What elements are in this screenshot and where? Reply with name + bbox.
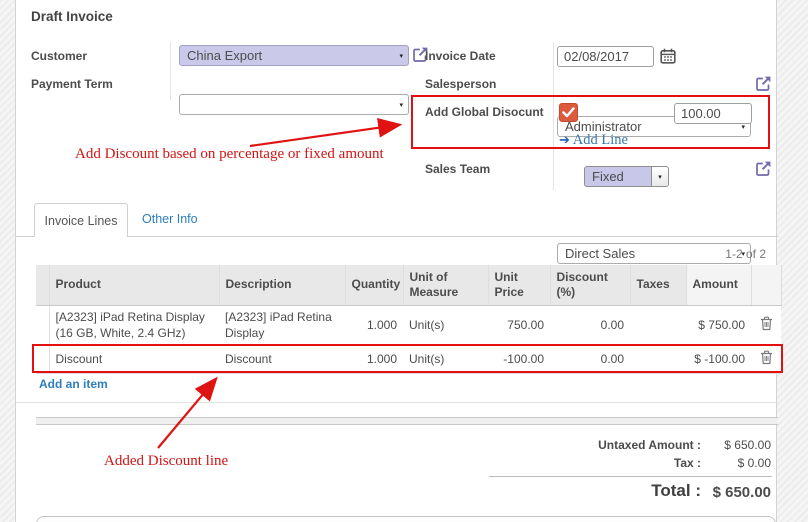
untaxed-amount-label: Untaxed Amount : [421,438,701,452]
cell-actions [751,305,781,345]
tab-invoice-lines-label: Invoice Lines [45,214,118,228]
handle-header [36,265,49,305]
add-line-link[interactable]: ➔ Add Line [559,132,628,149]
totals-divider [489,476,772,477]
checkmark-icon [562,107,575,118]
col-description[interactable]: Description [219,265,345,305]
open-record-icon[interactable] [755,75,772,92]
cell-product[interactable]: [A2323] iPad Retina Display (16 GB, Whit… [49,305,219,345]
sales-team-value: Direct Sales [565,246,635,261]
add-an-item-link[interactable]: Add an item [39,377,108,391]
cell-uom[interactable]: Unit(s) [403,305,488,345]
cell-amount: $ 750.00 [686,305,751,345]
tab-other-info-label: Other Info [142,212,198,226]
tax-value: $ 0.00 [671,456,771,470]
col-discount[interactable]: Discount (%) [550,265,630,305]
invoice-page: Draft Invoice Customer China Export ▾ Pa… [0,0,808,522]
col-taxes[interactable]: Taxes [630,265,686,305]
trash-icon[interactable] [760,316,773,331]
sheet-separator [36,417,778,425]
invoice-line-row[interactable]: [A2323] iPad Retina Display (16 GB, Whit… [36,305,781,345]
payment-term-label: Payment Term [31,77,113,91]
customer-value: China Export [187,48,262,63]
tax-label: Tax : [421,456,701,470]
cell-unit-price[interactable]: 750.00 [488,305,550,345]
cell-description[interactable]: [A2323] iPad Retina Display [219,305,345,345]
invoice-date-label: Invoice Date [425,49,496,63]
invoice-lines-table: Product Description Quantity Unit of Mea… [36,265,782,374]
calendar-icon[interactable] [660,48,676,64]
table-header-row: Product Description Quantity Unit of Mea… [36,265,781,305]
annotation-discount-line: Added Discount line [104,453,228,470]
annotation-global-discount: Add Discount based on percentage or fixe… [75,146,384,163]
chevron-down-icon: ▾ [741,123,745,131]
cell-actions [751,345,781,373]
chevron-down-icon: ▾ [658,173,662,181]
open-record-icon[interactable] [755,160,772,177]
global-discount-checkbox[interactable] [559,103,578,122]
section-divider [16,402,778,403]
message-composer-box[interactable] [36,516,776,522]
cell-quantity[interactable]: 1.000 [345,305,403,345]
cell-product[interactable]: Discount [49,345,219,373]
sales-team-label: Sales Team [425,162,490,176]
cell-quantity[interactable]: 1.000 [345,345,403,373]
row-handle[interactable] [36,345,49,373]
tab-bar [16,236,778,237]
tab-invoice-lines[interactable]: Invoice Lines [34,203,128,237]
trash-icon[interactable] [760,350,773,365]
tab-other-info[interactable]: Other Info [142,212,198,226]
cell-unit-price[interactable]: -100.00 [488,345,550,373]
total-value: $ 650.00 [671,484,771,501]
discount-type-value: Fixed [592,169,624,184]
content-panel: Draft Invoice Customer China Export ▾ Pa… [15,0,777,522]
col-actions [751,265,781,305]
cell-taxes[interactable] [630,345,686,373]
form-divider-left [170,42,171,100]
invoice-date-value: 02/08/2017 [564,49,629,64]
add-line-label: Add Line [573,132,628,148]
arrow-right-icon: ➔ [559,132,570,147]
cell-description[interactable]: Discount [219,345,345,373]
col-product[interactable]: Product [49,265,219,305]
discount-amount-input[interactable]: 100.00 [674,103,752,124]
global-discount-label: Add Global Disocunt [425,105,544,119]
cell-discount[interactable]: 0.00 [550,345,630,373]
invoice-line-row-discount[interactable]: Discount Discount 1.000 Unit(s) -100.00 … [36,345,781,373]
chevron-down-icon: ▾ [399,101,403,109]
pager[interactable]: 1-2 of 2 [626,247,766,261]
cell-taxes[interactable] [630,305,686,345]
chevron-down-icon: ▾ [399,52,403,60]
col-uom[interactable]: Unit of Measure [403,265,488,305]
col-quantity[interactable]: Quantity [345,265,403,305]
cell-uom[interactable]: Unit(s) [403,345,488,373]
cell-amount: $ -100.00 [686,345,751,373]
col-unit-price[interactable]: Unit Price [488,265,550,305]
untaxed-amount-value: $ 650.00 [671,438,771,452]
page-title: Draft Invoice [31,9,113,24]
cell-discount[interactable]: 0.00 [550,305,630,345]
total-label: Total : [421,481,701,501]
invoice-date-input[interactable]: 02/08/2017 [557,46,654,67]
customer-select[interactable]: China Export ▾ [179,45,409,66]
discount-amount-value: 100.00 [681,106,721,121]
form-divider-right [553,42,554,190]
payment-term-select[interactable]: ▾ [179,94,409,115]
col-amount[interactable]: Amount [686,265,751,305]
row-handle[interactable] [36,305,49,345]
select-button: ▾ [651,167,668,186]
customer-label: Customer [31,49,87,63]
discount-type-select[interactable]: Fixed ▾ [584,166,669,187]
salesperson-label: Salesperson [425,77,496,91]
